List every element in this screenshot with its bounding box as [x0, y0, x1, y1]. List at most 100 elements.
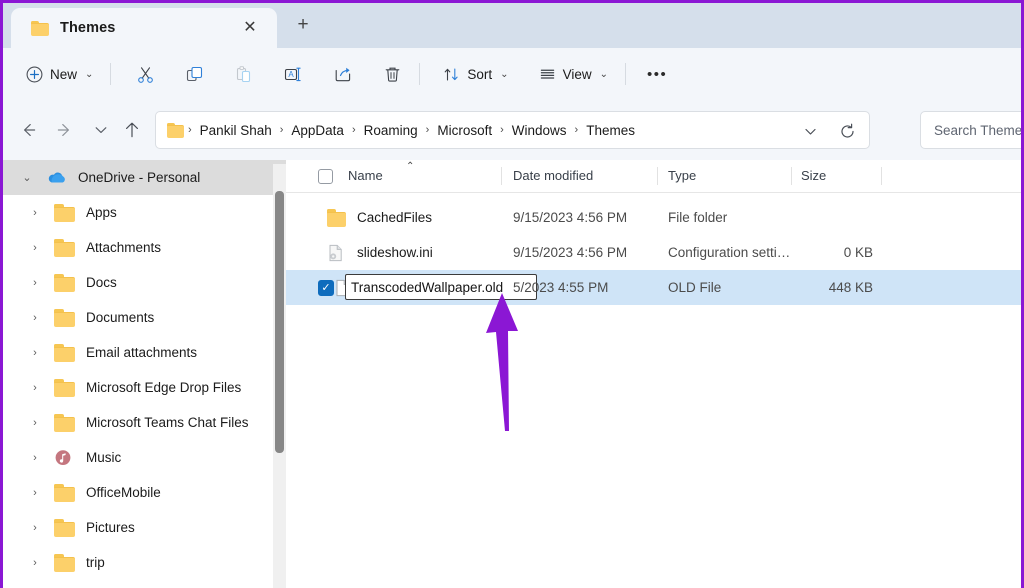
chevron-right-icon-teams-chat[interactable]: ›: [25, 417, 45, 429]
ellipsis-icon: •••: [646, 65, 668, 83]
breadcrumb-dropdown-button[interactable]: [797, 121, 823, 141]
column-header-name[interactable]: Name: [348, 168, 383, 183]
breadcrumb-segment-0[interactable]: Pankil Shah: [196, 120, 276, 141]
sidebar-item-documents[interactable]: › Documents: [3, 300, 286, 335]
column-header-date-modified[interactable]: Date modified: [513, 168, 593, 183]
paste-button[interactable]: [225, 58, 262, 90]
toolbar-divider-3: [624, 63, 626, 85]
sidebar-item-label-trip: trip: [86, 555, 105, 570]
folder-icon-apps: [54, 204, 75, 222]
delete-button[interactable]: [374, 58, 411, 90]
breadcrumb-segment-2[interactable]: Roaming: [360, 120, 422, 141]
view-button-label: View: [562, 66, 592, 82]
breadcrumb-separator-5: ›: [574, 124, 579, 136]
file-date-cachedfiles: 9/15/2023 4:56 PM: [513, 210, 628, 225]
copy-icon: [185, 65, 204, 84]
arrow-left-icon: [24, 124, 36, 136]
copy-button[interactable]: [176, 58, 213, 90]
folder-icon-trip: [54, 554, 75, 572]
file-size-transcodedwallpaper: 448 KB: [828, 280, 873, 295]
file-date-slideshow-ini: 9/15/2023 4:56 PM: [513, 245, 628, 260]
rename-button[interactable]: A: [274, 58, 312, 90]
sidebar-item-edge-drop-files[interactable]: › Microsoft Edge Drop Files: [3, 370, 286, 405]
column-header-size[interactable]: Size: [801, 168, 826, 183]
sort-ascending-icon: ⌃: [406, 161, 415, 172]
chevron-down-icon: ⌄: [85, 68, 94, 80]
tab-strip: Themes ✕ +: [3, 3, 1021, 48]
table-row-transcodedwallpaper[interactable]: ✓ 5/2023 4:55 PM OLD File 448 KB: [286, 270, 1021, 305]
chevron-right-icon-trip[interactable]: ›: [25, 557, 45, 569]
sort-button-label: Sort: [467, 66, 493, 82]
sidebar-item-docs[interactable]: › Docs: [3, 265, 286, 300]
column-header-type[interactable]: Type: [668, 168, 696, 183]
chevron-right-icon-officemobile[interactable]: ›: [25, 487, 45, 499]
folder-icon-cachedfiles: [327, 209, 346, 227]
breadcrumb-separator-2: ›: [351, 124, 356, 136]
sort-button[interactable]: Sort ⌄: [434, 58, 517, 90]
breadcrumb-segment-4[interactable]: Windows: [508, 120, 571, 141]
tab-themes[interactable]: Themes ✕: [11, 8, 277, 48]
chevron-down-icon-recent: [95, 127, 107, 133]
more-options-button[interactable]: •••: [638, 58, 676, 90]
sidebar-item-apps[interactable]: › Apps: [3, 195, 286, 230]
up-button[interactable]: [117, 115, 147, 145]
column-divider-4[interactable]: [881, 167, 882, 185]
refresh-button[interactable]: [836, 120, 858, 142]
column-header-row: Name ⌃ Date modified Type Size: [286, 160, 1021, 193]
cut-button[interactable]: [127, 58, 164, 90]
row-checkbox-transcodedwallpaper[interactable]: ✓: [318, 280, 334, 296]
chevron-right-icon-apps[interactable]: ›: [25, 207, 45, 219]
chevron-right-icon-attachments[interactable]: ›: [25, 242, 45, 254]
folder-icon-pictures: [54, 519, 75, 537]
view-button[interactable]: View ⌄: [530, 58, 617, 90]
column-divider-2[interactable]: [657, 167, 658, 185]
recent-locations-button[interactable]: [86, 115, 116, 145]
sidebar-item-music[interactable]: › Music: [3, 440, 286, 475]
chevron-right-icon-pictures[interactable]: ›: [25, 522, 45, 534]
search-input[interactable]: Search Themes: [920, 111, 1021, 149]
onedrive-cloud-icon: [46, 169, 67, 186]
back-button[interactable]: [13, 115, 43, 145]
sidebar-scrollbar-thumb[interactable]: [275, 191, 284, 453]
chevron-right-icon-docs[interactable]: ›: [25, 277, 45, 289]
chevron-down-icon-onedrive[interactable]: ⌄: [17, 171, 37, 184]
chevron-right-icon-edge-drop[interactable]: ›: [25, 382, 45, 394]
svg-text:A: A: [289, 70, 295, 79]
chevron-right-icon-documents[interactable]: ›: [25, 312, 45, 324]
breadcrumb-segment-5[interactable]: Themes: [582, 120, 639, 141]
column-divider-1[interactable]: [501, 167, 502, 185]
config-file-icon: [327, 244, 346, 262]
sidebar-item-onedrive-personal[interactable]: ⌄ OneDrive - Personal: [3, 160, 286, 195]
breadcrumb-bar[interactable]: › Pankil Shah › AppData › Roaming › Micr…: [155, 111, 870, 149]
select-all-checkbox[interactable]: [318, 169, 333, 184]
file-name-cachedfiles: CachedFiles: [357, 210, 433, 225]
tab-label: Themes: [60, 20, 116, 36]
breadcrumb-segment-1[interactable]: AppData: [287, 120, 348, 141]
table-row-cachedfiles[interactable]: CachedFiles 9/15/2023 4:56 PM File folde…: [286, 200, 1021, 235]
folder-icon-teams-chat: [54, 414, 75, 432]
rename-input[interactable]: [345, 274, 537, 300]
column-divider-3[interactable]: [791, 167, 792, 185]
folder-icon-officemobile: [54, 484, 75, 502]
sidebar-item-officemobile[interactable]: › OfficeMobile: [3, 475, 286, 510]
chevron-right-icon-email-attachments[interactable]: ›: [25, 347, 45, 359]
close-icon[interactable]: ✕: [241, 19, 259, 37]
file-size-slideshow-ini: 0 KB: [843, 245, 873, 260]
sidebar-item-attachments[interactable]: › Attachments: [3, 230, 286, 265]
table-row-slideshow-ini[interactable]: slideshow.ini 9/15/2023 4:56 PM Configur…: [286, 235, 1021, 270]
share-button[interactable]: [324, 58, 362, 90]
breadcrumb-separator-4: ›: [500, 124, 504, 136]
breadcrumb-segment-3[interactable]: Microsoft: [433, 120, 496, 141]
sidebar-item-pictures[interactable]: › Pictures: [3, 510, 286, 545]
sidebar-item-email-attachments[interactable]: › Email attachments: [3, 335, 286, 370]
sidebar-item-trip[interactable]: › trip: [3, 545, 286, 580]
new-button[interactable]: New ⌄: [17, 58, 102, 90]
breadcrumb-separator-1: ›: [279, 124, 284, 136]
sidebar-item-teams-chat-files[interactable]: › Microsoft Teams Chat Files: [3, 405, 286, 440]
new-tab-button[interactable]: +: [293, 15, 313, 35]
sidebar-item-label-pictures: Pictures: [86, 520, 135, 535]
chevron-right-icon-music[interactable]: ›: [25, 452, 45, 464]
chevron-down-icon-view: ⌄: [599, 68, 608, 80]
breadcrumb-separator-0: ›: [188, 124, 192, 136]
forward-button[interactable]: [50, 115, 80, 145]
